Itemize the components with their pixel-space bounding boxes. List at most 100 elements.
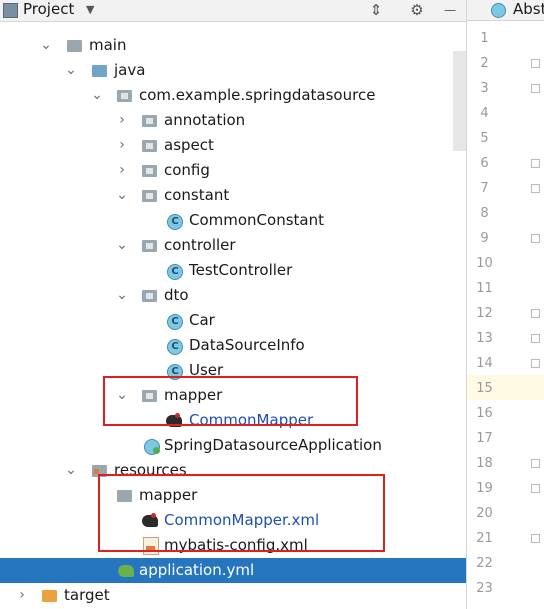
line-number: 8 <box>480 206 489 221</box>
package-icon <box>117 90 132 102</box>
line-number: 17 <box>476 431 493 446</box>
dropdown-icon[interactable]: ▼ <box>86 0 94 19</box>
chevron-down-icon[interactable]: ⌄ <box>63 458 79 483</box>
tree-row-controller[interactable]: ⌄ controller <box>0 233 466 258</box>
chevron-right-icon[interactable]: › <box>14 583 30 608</box>
tree-row-car[interactable]: C Car <box>0 308 466 333</box>
tree-item-label: TestController <box>189 261 293 279</box>
fold-marker-icon[interactable] <box>531 309 540 318</box>
line-number: 22 <box>476 556 493 571</box>
tree-row-testcontroller[interactable]: C TestController <box>0 258 466 283</box>
folder-icon <box>67 40 82 52</box>
package-icon <box>142 190 157 202</box>
tree-item-label: Car <box>189 311 215 329</box>
line-number: 2 <box>480 56 489 71</box>
fold-marker-icon[interactable] <box>531 234 540 243</box>
line-number: 16 <box>476 406 493 421</box>
tree-row-springdatasourceapplication[interactable]: SpringDatasourceApplication <box>0 433 466 458</box>
source-folder-icon <box>92 65 107 77</box>
line-number: 9 <box>480 231 489 246</box>
vertical-scrollbar[interactable] <box>453 51 466 151</box>
editor-gutter: 1 2 3 4 5 6 7 8 9 10 11 12 13 14 15 16 17 18 19 20 21 22 23 <box>466 21 544 609</box>
line-number: 5 <box>480 131 489 146</box>
annotation-box-mapper-resources <box>98 474 385 552</box>
line-number: 15 <box>476 381 493 396</box>
tree-item-label: java <box>114 61 146 79</box>
tree-row-commonconstant[interactable]: C CommonConstant <box>0 208 466 233</box>
gear-icon[interactable]: ⚙ <box>407 0 427 20</box>
fold-marker-icon[interactable] <box>531 334 540 343</box>
package-icon <box>142 165 157 177</box>
chevron-down-icon[interactable]: ⌄ <box>63 58 79 83</box>
project-toolbar: Project ▼ ⇕ ⚙ — <box>0 0 466 22</box>
fold-marker-icon[interactable] <box>531 359 540 368</box>
package-icon <box>142 290 157 302</box>
tree-row-datasourceinfo[interactable]: C DataSourceInfo <box>0 333 466 358</box>
tree-row-application-yml[interactable]: application.yml <box>0 558 466 583</box>
editor-tab-bar: Abst <box>466 0 544 21</box>
tree-item-label: controller <box>164 236 236 254</box>
excluded-folder-icon <box>42 590 57 602</box>
fold-marker-icon[interactable] <box>531 534 540 543</box>
class-icon: C <box>167 314 183 330</box>
tree-item-label: annotation <box>164 111 246 129</box>
tree-item-label: dto <box>164 286 189 304</box>
yaml-file-icon <box>118 565 134 577</box>
editor-tab[interactable]: Abst <box>513 0 544 19</box>
tree-row-main[interactable]: ⌄ main <box>0 33 466 58</box>
chevron-down-icon[interactable]: ⌄ <box>114 233 130 258</box>
chevron-right-icon[interactable]: › <box>114 133 130 158</box>
chevron-right-icon[interactable]: › <box>114 158 130 183</box>
tree-item-label: config <box>164 161 210 179</box>
fold-marker-icon[interactable] <box>531 59 540 68</box>
tree-item-label: application.yml <box>139 561 255 579</box>
project-title[interactable]: Project <box>23 0 74 19</box>
chevron-down-icon[interactable]: ⌄ <box>114 283 130 308</box>
tree-row-annotation[interactable]: › annotation <box>0 108 466 133</box>
class-icon: C <box>167 339 183 355</box>
line-number: 19 <box>476 481 493 496</box>
line-number: 14 <box>476 356 493 371</box>
tree-row-dto[interactable]: ⌄ dto <box>0 283 466 308</box>
tree-row-config[interactable]: › config <box>0 158 466 183</box>
class-icon: C <box>167 214 183 230</box>
tree-row-package[interactable]: ⌄ com.example.springdatasource <box>0 83 466 108</box>
chevron-down-icon[interactable]: ⌄ <box>114 183 130 208</box>
collapse-all-icon[interactable]: ⇕ <box>366 0 386 20</box>
class-icon <box>491 3 506 18</box>
line-number: 7 <box>480 181 489 196</box>
tree-item-label: constant <box>164 186 230 204</box>
tree-item-label: main <box>89 36 127 54</box>
tree-item-label: DataSourceInfo <box>189 336 305 354</box>
annotation-box-mapper-package <box>103 376 358 426</box>
tree-row-aspect[interactable]: › aspect <box>0 133 466 158</box>
chevron-right-icon[interactable]: › <box>114 108 130 133</box>
line-number: 10 <box>476 256 493 271</box>
fold-marker-icon[interactable] <box>531 459 540 468</box>
spring-boot-class-icon <box>144 439 160 455</box>
line-number: 20 <box>476 506 493 521</box>
package-icon <box>142 240 157 252</box>
fold-marker-icon[interactable] <box>531 184 540 193</box>
tree-row-java[interactable]: ⌄ java <box>0 58 466 83</box>
chevron-down-icon[interactable]: ⌄ <box>38 33 54 58</box>
package-icon <box>142 115 157 127</box>
package-icon <box>142 140 157 152</box>
fold-marker-icon[interactable] <box>531 84 540 93</box>
line-number: 1 <box>480 31 489 46</box>
tree-row-constant[interactable]: ⌄ constant <box>0 183 466 208</box>
line-number: 11 <box>476 281 493 296</box>
line-number: 12 <box>476 306 493 321</box>
fold-marker-icon[interactable] <box>531 484 540 493</box>
tree-item-label: target <box>64 586 110 604</box>
hide-icon[interactable]: — <box>440 0 460 20</box>
tree-item-label: com.example.springdatasource <box>139 86 376 104</box>
line-number: 23 <box>476 581 493 596</box>
chevron-down-icon[interactable]: ⌄ <box>89 83 105 108</box>
fold-marker-icon[interactable] <box>531 159 540 168</box>
tree-row-target[interactable]: › target <box>0 583 466 608</box>
tree-item-label: CommonConstant <box>189 211 324 229</box>
line-number: 4 <box>480 106 489 121</box>
line-number: 13 <box>476 331 493 346</box>
line-number: 3 <box>480 81 489 96</box>
